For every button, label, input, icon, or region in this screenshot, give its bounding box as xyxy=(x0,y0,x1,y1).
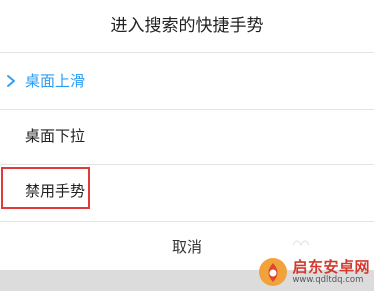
watermark-name: 启东安卓网 xyxy=(292,258,370,277)
divider xyxy=(0,221,374,222)
option-label: 桌面上滑 xyxy=(25,72,86,90)
watermark-logo-icon xyxy=(259,258,288,286)
dialog-title: 进入搜索的快捷手势 xyxy=(110,16,264,36)
gesture-selection-dialog: 进入搜索的快捷手势 桌面上滑 桌面下拉 禁用手势 取消 启东安卓网 www.qd… xyxy=(0,0,374,291)
decorative-mark xyxy=(292,240,310,246)
divider xyxy=(0,52,374,53)
watermark-url: www.qdltdq.com xyxy=(292,274,364,285)
chevron-right-icon xyxy=(7,75,15,87)
option-desktop-swipe-up[interactable]: 桌面上滑 xyxy=(0,55,374,108)
highlight-box xyxy=(1,167,90,209)
site-watermark: 启东安卓网 www.qdltdq.com xyxy=(258,254,370,290)
option-label: 桌面下拉 xyxy=(25,127,86,145)
option-desktop-pull-down[interactable]: 桌面下拉 xyxy=(0,110,374,163)
